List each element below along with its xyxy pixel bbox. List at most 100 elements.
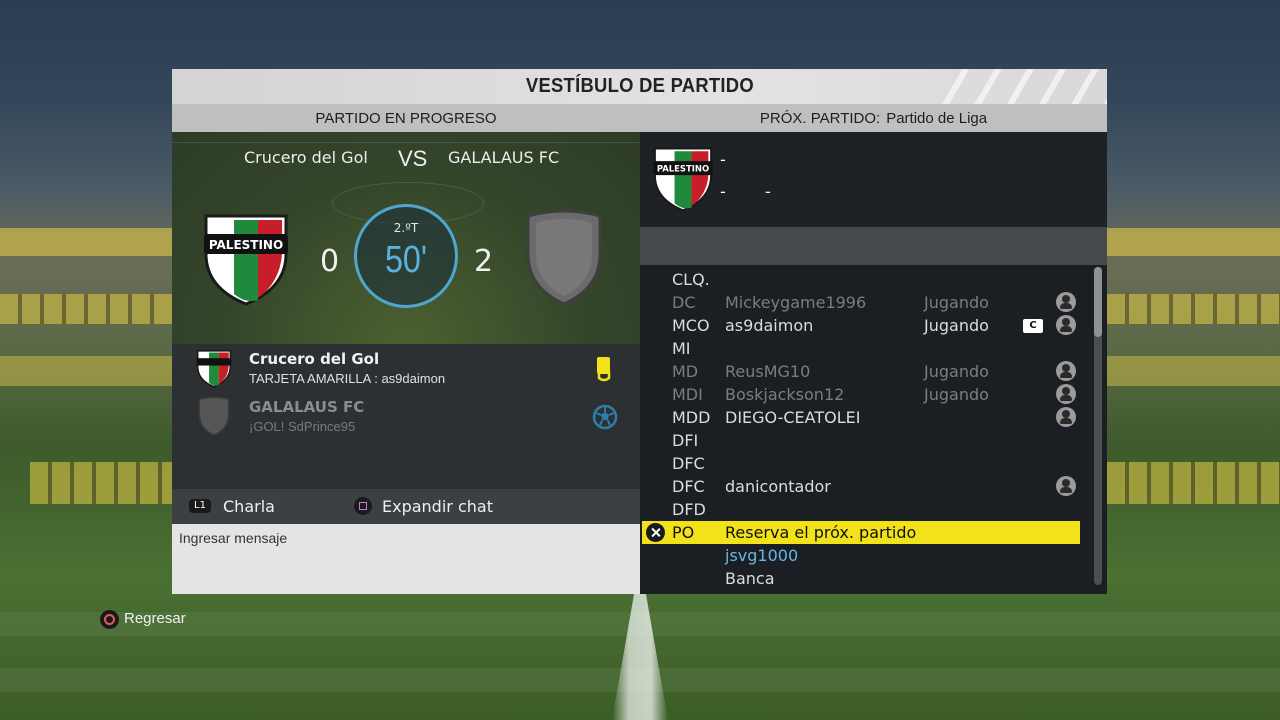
captain-badge-icon: C xyxy=(1023,319,1043,333)
stadium-seats-left xyxy=(0,294,172,324)
roster-row[interactable]: MD ReusMG10 Jugando xyxy=(640,360,1080,383)
row-position: DC xyxy=(672,293,696,312)
player-profile-icon xyxy=(1056,292,1076,312)
stadium-banner-left xyxy=(0,228,172,256)
reserve-next-match-button: Reserva el próx. partido xyxy=(725,523,917,542)
roster-row[interactable]: MDD DIEGO-CEATOLEI xyxy=(640,406,1080,429)
roster-row[interactable]: DFC xyxy=(640,452,1080,475)
roster-scroll-thumb[interactable] xyxy=(1094,267,1102,337)
roster-row[interactable]: DFC danicontador xyxy=(640,475,1080,498)
row-position: CLQ. xyxy=(672,270,710,289)
next-match-value: Partido de Liga xyxy=(886,109,988,127)
roster-row[interactable]: CLQ. xyxy=(640,268,1080,291)
stadium-seats-right xyxy=(1107,294,1280,324)
event-team-crest xyxy=(198,396,230,436)
chat-tab[interactable]: Charla xyxy=(223,497,275,516)
roster-row[interactable]: MCO as9daimon Jugando C xyxy=(640,314,1080,337)
chat-message-input[interactable]: Ingresar mensaje xyxy=(172,524,640,594)
match-scoreboard: Crucero del Gol VS GALALAUS FC PALESTINO… xyxy=(172,132,640,344)
home-team-crest: PALESTINO xyxy=(204,214,288,306)
next-match-detail: - xyxy=(720,182,726,201)
player-profile-icon xyxy=(1056,315,1076,335)
row-player-name: as9daimon xyxy=(725,316,814,335)
row-player-name: Boskjackson12 xyxy=(725,385,845,404)
stadium-seats-right-2 xyxy=(1107,462,1280,504)
roster-row[interactable]: MI xyxy=(640,337,1080,360)
title-bar: VESTÍBULO DE PARTIDO xyxy=(172,69,1107,104)
event-team-name: GALALAUS FC xyxy=(249,398,365,416)
row-position: MD xyxy=(672,362,699,381)
cross-button-icon xyxy=(646,523,665,542)
roster-row[interactable]: Banca xyxy=(640,567,1080,590)
row-position: DFI xyxy=(672,431,699,450)
row-status: Jugando xyxy=(924,362,989,381)
stadium-banner-right xyxy=(1107,228,1280,256)
field-line xyxy=(172,142,640,143)
yellow-card-icon xyxy=(597,357,611,382)
player-profile-icon xyxy=(1056,476,1076,496)
next-crest-text: PALESTINO xyxy=(657,164,709,174)
roster-row[interactable]: jsvg1000 xyxy=(640,544,1080,567)
match-period: 2.ºT xyxy=(393,221,419,235)
chat-bar: L1 Charla Expandir chat xyxy=(172,489,640,524)
row-position: PO xyxy=(672,523,695,542)
square-button-icon xyxy=(354,497,372,515)
current-match-header-label: PARTIDO EN PROGRESO xyxy=(315,109,497,127)
home-team-name: Crucero del Gol xyxy=(244,148,368,167)
event-description: ¡GOL! SdPrince95 xyxy=(249,419,356,434)
stadium-banner-mid-left xyxy=(0,356,172,386)
row-player-name: ReusMG10 xyxy=(725,362,811,381)
row-status: Jugando xyxy=(924,385,989,404)
roster-header-bar xyxy=(640,227,1107,265)
match-events-list: Crucero del Gol TARJETA AMARILLA : as9da… xyxy=(172,344,640,489)
circle-button-icon xyxy=(100,610,119,629)
row-player-name: jsvg1000 xyxy=(725,546,799,565)
next-match-detail: - xyxy=(720,150,726,169)
current-match-header: PARTIDO EN PROGRESO xyxy=(172,104,640,132)
row-position: MDD xyxy=(672,408,711,427)
row-player-name: DIEGO-CEATOLEI xyxy=(725,408,861,427)
roster-scrollbar[interactable] xyxy=(1094,267,1102,585)
roster-row[interactable]: DFI xyxy=(640,429,1080,452)
roster-row[interactable]: DC Mickeygame1996 Jugando xyxy=(640,291,1080,314)
bench-label: Banca xyxy=(725,569,775,588)
event-team-name: Crucero del Gol xyxy=(249,350,380,368)
match-clock: 2.ºT 50' xyxy=(354,204,458,308)
next-match-detail: - xyxy=(765,182,771,201)
row-status: Jugando xyxy=(924,293,989,312)
expand-chat-button[interactable]: Expandir chat xyxy=(382,497,493,516)
stadium-seats-left-2 xyxy=(30,462,172,504)
roster-row[interactable]: DFD xyxy=(640,498,1080,521)
event-description: TARJETA AMARILLA : as9daimon xyxy=(249,371,446,386)
back-button[interactable]: Regresar xyxy=(124,610,186,627)
player-profile-icon xyxy=(1056,361,1076,381)
roster-row[interactable]: MDI Boskjackson12 Jugando xyxy=(640,383,1080,406)
match-lobby-panel: VESTÍBULO DE PARTIDO PARTIDO EN PROGRESO… xyxy=(172,69,1107,594)
event-item: Crucero del Gol TARJETA AMARILLA : as9da… xyxy=(172,344,640,392)
next-match-crest: PALESTINO xyxy=(653,147,713,212)
row-position: MCO xyxy=(672,316,710,335)
player-profile-icon xyxy=(1056,407,1076,427)
player-profile-icon xyxy=(1056,384,1076,404)
home-score: 0 xyxy=(320,244,340,279)
row-position: DFC xyxy=(672,477,705,496)
match-minute: 50' xyxy=(384,239,428,281)
row-position: MI xyxy=(672,339,691,358)
home-crest-text: PALESTINO xyxy=(209,238,283,252)
roster-row-selected[interactable]: PO Reserva el próx. partido xyxy=(642,521,1080,544)
stadium-banner-mid-right xyxy=(1107,356,1280,386)
event-item: GALALAUS FC ¡GOL! SdPrince95 xyxy=(172,392,640,440)
away-score: 2 xyxy=(474,244,494,279)
row-position: DFD xyxy=(672,500,706,519)
row-player-name: danicontador xyxy=(725,477,831,496)
row-player-name: Mickeygame1996 xyxy=(725,293,867,312)
ball-icon xyxy=(592,404,618,430)
l1-button-icon: L1 xyxy=(189,499,211,513)
page-title: VESTÍBULO DE PARTIDO xyxy=(525,75,754,97)
next-match-header: PRÓX. PARTIDO: Partido de Liga xyxy=(640,104,1107,132)
chat-input-placeholder: Ingresar mensaje xyxy=(179,530,288,546)
teams-row: Crucero del Gol VS GALALAUS FC xyxy=(172,146,640,172)
away-team-name: GALALAUS FC xyxy=(448,148,560,167)
next-match-label: PRÓX. PARTIDO: xyxy=(759,109,881,127)
row-position: MDI xyxy=(672,385,703,404)
